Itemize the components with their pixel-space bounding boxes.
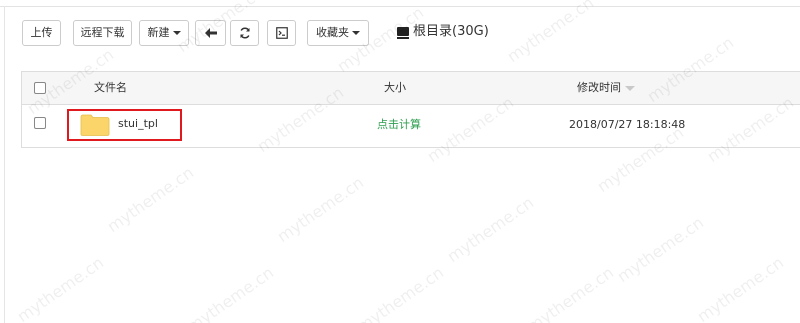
favorites-label: 收藏夹 [316, 26, 349, 39]
modified-date: 2018/07/27 18:18:48 [569, 118, 686, 131]
remote-download-button[interactable]: 远程下载 [73, 20, 132, 46]
remote-download-label: 远程下载 [80, 26, 125, 39]
watermark: mytheme.cn [443, 192, 538, 267]
top-border [0, 6, 800, 7]
column-header-size[interactable]: 大小 [384, 72, 406, 104]
file-table: 文件名 大小 修改时间 stui_tpl 点击计算 2018/07/27 18:… [21, 71, 800, 148]
arrow-left-icon [204, 28, 217, 38]
watermark: mytheme.cn [13, 252, 108, 323]
left-border [4, 6, 5, 323]
watermark: mytheme.cn [103, 162, 198, 237]
highlight-box [67, 109, 182, 141]
watermark: mytheme.cn [503, 0, 598, 67]
terminal-button[interactable] [267, 20, 296, 46]
chevron-down-icon [172, 31, 181, 35]
select-all-checkbox[interactable] [34, 82, 46, 94]
table-row[interactable]: stui_tpl 点击计算 2018/07/27 18:18:48 [22, 105, 800, 147]
terminal-icon [275, 27, 288, 39]
chevron-down-icon [352, 31, 360, 35]
column-header-name[interactable]: 文件名 [94, 72, 127, 104]
new-label: 新建 [147, 26, 170, 39]
storage-path[interactable]: 根目录(30G) [397, 22, 489, 42]
upload-button[interactable]: 上传 [22, 20, 61, 46]
file-manager: 上传 远程下载 新建 收藏夹 根目录(30G) 文件名 大小 修改时间 stui… [0, 0, 800, 323]
calculate-size-link[interactable]: 点击计算 [377, 117, 421, 133]
refresh-button[interactable] [230, 20, 259, 46]
storage-label: 根目录(30G) [413, 24, 489, 39]
watermark: mytheme.cn [183, 262, 278, 323]
upload-label: 上传 [30, 26, 53, 39]
refresh-icon [239, 27, 250, 39]
back-button[interactable] [195, 20, 226, 46]
column-header-modified-label: 修改时间 [577, 81, 621, 94]
watermark: mytheme.cn [353, 262, 448, 323]
sort-down-icon [625, 85, 635, 91]
column-header-modified[interactable]: 修改时间 [577, 72, 635, 104]
watermark: mytheme.cn [613, 212, 708, 287]
watermark: mytheme.cn [273, 172, 368, 247]
hard-drive-icon [397, 27, 409, 39]
favorites-dropdown-button[interactable]: 收藏夹 [307, 20, 369, 46]
row-checkbox[interactable] [34, 117, 46, 129]
new-dropdown-button[interactable]: 新建 [139, 20, 189, 46]
watermark: mytheme.cn [693, 252, 788, 323]
table-header: 文件名 大小 修改时间 [22, 72, 800, 105]
watermark: mytheme.cn [523, 262, 618, 323]
